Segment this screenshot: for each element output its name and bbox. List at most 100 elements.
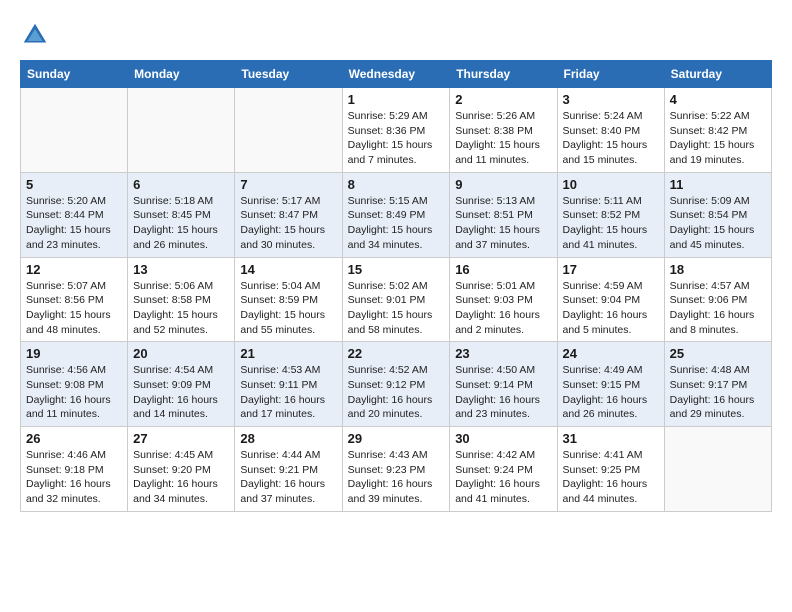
day-cell: 12Sunrise: 5:07 AMSunset: 8:56 PMDayligh… [21,257,128,342]
day-info: Sunrise: 5:04 AMSunset: 8:59 PMDaylight:… [240,279,336,338]
weekday-header-friday: Friday [557,61,664,88]
day-cell: 18 Sunrise: 4:57 AMSunset: 9:06 PMDayligh… [664,257,771,342]
day-cell: 19 Sunrise: 4:56 AMSunset: 9:08 PMDayligh… [21,342,128,427]
weekday-header-wednesday: Wednesday [342,61,450,88]
day-number: 1 [348,92,445,107]
week-row-5: 26 Sunrise: 4:46 AMSunset: 9:18 PMDayligh… [21,427,772,512]
day-number: 7 [240,177,336,192]
day-number: 18 [670,262,766,277]
day-info: Sunrise: 5:29 AMSunset: 8:36 PMDaylight:… [348,109,445,168]
day-number: 6 [133,177,229,192]
day-number: 17 [563,262,659,277]
day-cell: 13Sunrise: 5:06 AMSunset: 8:58 PMDayligh… [128,257,235,342]
week-row-3: 12Sunrise: 5:07 AMSunset: 8:56 PMDayligh… [21,257,772,342]
day-cell: 30Sunrise: 4:42 AMSunset: 9:24 PMDayligh… [450,427,557,512]
day-cell: 29 Sunrise: 4:43 AMSunset: 9:23 PMDayligh… [342,427,450,512]
weekday-header-tuesday: Tuesday [235,61,342,88]
day-cell: 3Sunrise: 5:24 AMSunset: 8:40 PMDaylight… [557,88,664,173]
day-number: 13 [133,262,229,277]
day-number: 16 [455,262,551,277]
day-info: Sunrise: 4:53 AMSunset: 9:11 PMDaylight:… [240,363,336,422]
day-cell: 20Sunrise: 4:54 AMSunset: 9:09 PMDayligh… [128,342,235,427]
day-number: 19 [26,346,122,361]
day-number: 12 [26,262,122,277]
day-cell: 25 Sunrise: 4:48 AMSunset: 9:17 PMDayligh… [664,342,771,427]
day-cell: 22 Sunrise: 4:52 AMSunset: 9:12 PMDayligh… [342,342,450,427]
day-number: 26 [26,431,122,446]
day-cell [235,88,342,173]
day-info: Sunrise: 4:56 AMSunset: 9:08 PMDaylight:… [26,363,122,422]
day-info: Sunrise: 5:11 AMSunset: 8:52 PMDaylight:… [563,194,659,253]
day-number: 30 [455,431,551,446]
day-number: 5 [26,177,122,192]
day-info: Sunrise: 4:59 AMSunset: 9:04 PMDaylight:… [563,279,659,338]
day-cell: 24 Sunrise: 4:49 AMSunset: 9:15 PMDayligh… [557,342,664,427]
day-info: Sunrise: 5:01 AMSunset: 9:03 PMDaylight:… [455,279,551,338]
day-cell: 26 Sunrise: 4:46 AMSunset: 9:18 PMDayligh… [21,427,128,512]
weekday-header-monday: Monday [128,61,235,88]
page-header [20,20,772,50]
day-info: Sunrise: 5:18 AMSunset: 8:45 PMDaylight:… [133,194,229,253]
day-cell: 2 Sunrise: 5:26 AMSunset: 8:38 PMDaylight… [450,88,557,173]
day-number: 25 [670,346,766,361]
day-info: Sunrise: 4:43 AMSunset: 9:23 PMDaylight:… [348,448,445,507]
day-number: 29 [348,431,445,446]
day-number: 15 [348,262,445,277]
week-row-2: 5 Sunrise: 5:20 AMSunset: 8:44 PMDaylight… [21,172,772,257]
day-cell: 14Sunrise: 5:04 AMSunset: 8:59 PMDayligh… [235,257,342,342]
day-cell: 16 Sunrise: 5:01 AMSunset: 9:03 PMDayligh… [450,257,557,342]
week-row-4: 19 Sunrise: 4:56 AMSunset: 9:08 PMDayligh… [21,342,772,427]
weekday-header-sunday: Sunday [21,61,128,88]
day-info: Sunrise: 5:17 AMSunset: 8:47 PMDaylight:… [240,194,336,253]
day-number: 24 [563,346,659,361]
day-number: 28 [240,431,336,446]
day-cell: 11 Sunrise: 5:09 AMSunset: 8:54 PMDayligh… [664,172,771,257]
day-cell: 27 Sunrise: 4:45 AMSunset: 9:20 PMDayligh… [128,427,235,512]
day-cell: 7 Sunrise: 5:17 AMSunset: 8:47 PMDaylight… [235,172,342,257]
day-cell: 1 Sunrise: 5:29 AMSunset: 8:36 PMDaylight… [342,88,450,173]
day-info: Sunrise: 5:20 AMSunset: 8:44 PMDaylight:… [26,194,122,253]
day-number: 8 [348,177,445,192]
day-cell: 8 Sunrise: 5:15 AMSunset: 8:49 PMDaylight… [342,172,450,257]
weekday-header-saturday: Saturday [664,61,771,88]
day-info: Sunrise: 4:50 AMSunset: 9:14 PMDaylight:… [455,363,551,422]
day-cell: 4 Sunrise: 5:22 AMSunset: 8:42 PMDaylight… [664,88,771,173]
day-number: 21 [240,346,336,361]
day-info: Sunrise: 5:09 AMSunset: 8:54 PMDaylight:… [670,194,766,253]
day-number: 22 [348,346,445,361]
logo [20,20,52,50]
day-number: 2 [455,92,551,107]
day-number: 27 [133,431,229,446]
day-info: Sunrise: 4:41 AMSunset: 9:25 PMDaylight:… [563,448,659,507]
day-cell: 6 Sunrise: 5:18 AMSunset: 8:45 PMDaylight… [128,172,235,257]
day-cell [664,427,771,512]
day-cell: 15 Sunrise: 5:02 AMSunset: 9:01 PMDayligh… [342,257,450,342]
day-number: 4 [670,92,766,107]
day-cell [128,88,235,173]
day-cell: 31 Sunrise: 4:41 AMSunset: 9:25 PMDayligh… [557,427,664,512]
day-info: Sunrise: 5:22 AMSunset: 8:42 PMDaylight:… [670,109,766,168]
day-info: Sunrise: 4:49 AMSunset: 9:15 PMDaylight:… [563,363,659,422]
day-info: Sunrise: 5:15 AMSunset: 8:49 PMDaylight:… [348,194,445,253]
weekday-header-row: SundayMondayTuesdayWednesdayThursdayFrid… [21,61,772,88]
day-info: Sunrise: 5:13 AMSunset: 8:51 PMDaylight:… [455,194,551,253]
day-info: Sunrise: 4:46 AMSunset: 9:18 PMDaylight:… [26,448,122,507]
day-number: 10 [563,177,659,192]
day-number: 11 [670,177,766,192]
day-info: Sunrise: 4:48 AMSunset: 9:17 PMDaylight:… [670,363,766,422]
day-cell: 10 Sunrise: 5:11 AMSunset: 8:52 PMDayligh… [557,172,664,257]
day-number: 23 [455,346,551,361]
day-number: 31 [563,431,659,446]
day-info: Sunrise: 4:52 AMSunset: 9:12 PMDaylight:… [348,363,445,422]
day-info: Sunrise: 4:44 AMSunset: 9:21 PMDaylight:… [240,448,336,507]
day-info: Sunrise: 4:57 AMSunset: 9:06 PMDaylight:… [670,279,766,338]
day-cell: 5 Sunrise: 5:20 AMSunset: 8:44 PMDaylight… [21,172,128,257]
day-info: Sunrise: 5:02 AMSunset: 9:01 PMDaylight:… [348,279,445,338]
day-info: Sunrise: 4:54 AMSunset: 9:09 PMDaylight:… [133,363,229,422]
day-cell [21,88,128,173]
day-cell: 23 Sunrise: 4:50 AMSunset: 9:14 PMDayligh… [450,342,557,427]
calendar: SundayMondayTuesdayWednesdayThursdayFrid… [20,60,772,512]
day-info: Sunrise: 5:26 AMSunset: 8:38 PMDaylight:… [455,109,551,168]
day-cell: 17 Sunrise: 4:59 AMSunset: 9:04 PMDayligh… [557,257,664,342]
day-info: Sunrise: 4:45 AMSunset: 9:20 PMDaylight:… [133,448,229,507]
